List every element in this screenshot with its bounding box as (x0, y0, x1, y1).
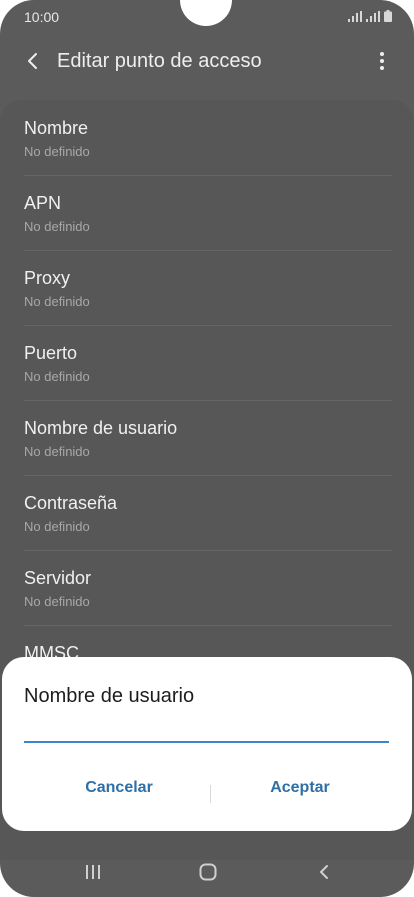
status-icons (348, 10, 392, 22)
battery-icon (384, 10, 392, 22)
list-item-nombre-de-usuario[interactable]: Nombre de usuario No definido (24, 400, 392, 476)
cancel-button[interactable]: Cancelar (19, 779, 219, 809)
item-title: Proxy (24, 268, 71, 288)
username-dialog: Nombre de usuario Cancelar Aceptar (2, 657, 412, 831)
home-button[interactable] (193, 860, 223, 884)
signal-icon (366, 11, 380, 22)
item-title: Puerto (24, 343, 78, 363)
item-title: Contraseña (24, 493, 118, 513)
status-bar: 10:00 (0, 0, 414, 34)
list-item-apn[interactable]: APN No definido (24, 175, 392, 251)
app-bar: Editar punto de acceso (0, 38, 414, 84)
more-vertical-icon (380, 52, 384, 70)
item-title: APN (24, 193, 62, 213)
list-item-contrasena[interactable]: Contraseña No definido (24, 475, 392, 551)
home-icon (199, 863, 217, 881)
status-time: 10:00 (24, 9, 60, 25)
recent-apps-button[interactable] (78, 860, 108, 884)
list-item-servidor[interactable]: Servidor No definido (24, 550, 392, 626)
item-title: Servidor (24, 568, 92, 588)
item-value: No definido (24, 294, 90, 309)
back-nav-button[interactable] (309, 860, 339, 884)
item-title: Nombre (24, 118, 89, 138)
navigation-bar (0, 850, 414, 894)
dialog-title: Nombre de usuario (24, 685, 195, 707)
item-value: No definido (24, 519, 90, 534)
item-value: No definido (24, 144, 90, 159)
item-value: No definido (24, 444, 90, 459)
page-title: Editar punto de acceso (57, 50, 262, 72)
back-arrow-icon (320, 865, 328, 879)
phone-screen: 10:00 Editar punto de acceso Nombre No d… (0, 0, 414, 897)
item-value: No definido (24, 219, 90, 234)
list-item-proxy[interactable]: Proxy No definido (24, 250, 392, 326)
chevron-left-icon (28, 53, 37, 69)
item-value: No definido (24, 369, 90, 384)
item-value: No definido (24, 594, 90, 609)
recent-apps-icon (86, 865, 100, 879)
list-item-puerto[interactable]: Puerto No definido (24, 325, 392, 401)
back-button[interactable] (20, 48, 46, 74)
more-options-button[interactable] (372, 50, 392, 72)
accept-button[interactable]: Aceptar (200, 779, 400, 809)
list-item-nombre[interactable]: Nombre No definido (24, 100, 392, 176)
camera-notch (180, 0, 232, 26)
username-input[interactable] (24, 715, 389, 743)
item-title: Nombre de usuario (24, 418, 178, 438)
signal-icon (348, 11, 362, 22)
